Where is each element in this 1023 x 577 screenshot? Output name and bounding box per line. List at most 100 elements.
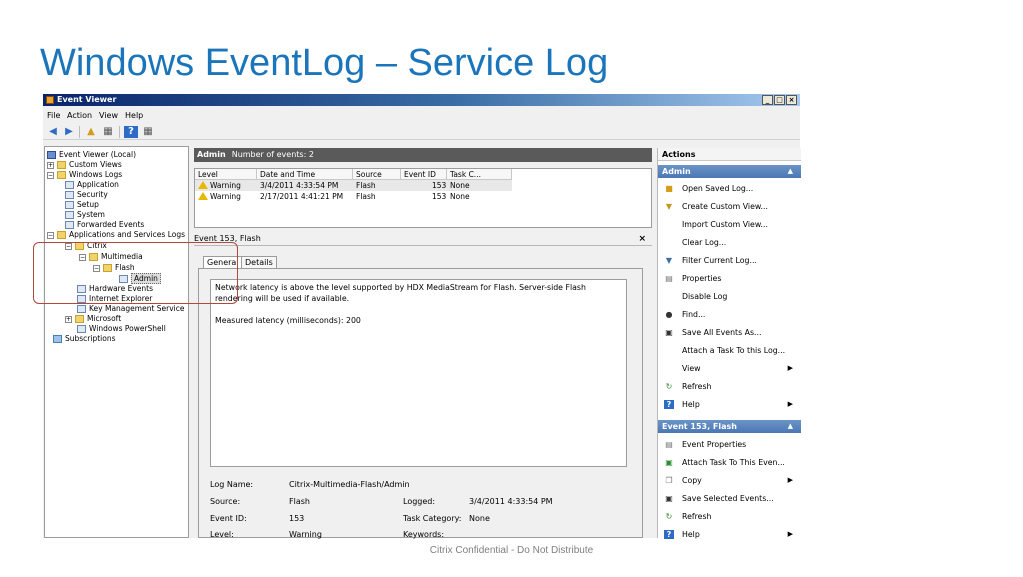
log-name-label: Log Name: (210, 480, 254, 489)
event-description[interactable]: Network latency is above the level suppo… (210, 279, 627, 467)
refresh-icon: ↻ (665, 382, 673, 391)
show-hide-tree-icon[interactable]: ▦ (101, 126, 115, 138)
filter-icon: ▼ (665, 202, 673, 211)
log-icon (65, 191, 74, 199)
back-arrow-icon[interactable]: ◀ (46, 126, 60, 138)
collapse-caret-icon[interactable]: ▲ (788, 420, 793, 433)
column-header-date-and-time[interactable]: Date and Time (257, 169, 353, 180)
collapse-icon[interactable]: − (47, 231, 54, 239)
table-cell-source: Flash (356, 192, 376, 201)
action-open-saved-log[interactable]: ■ Open Saved Log... (658, 180, 801, 197)
minimize-button[interactable]: _ (762, 95, 773, 105)
source-value: Flash (289, 497, 310, 506)
table-cell-source: Flash (356, 181, 376, 190)
submenu-arrow-icon: ▶ (787, 400, 793, 408)
properties-icon: ▤ (665, 440, 673, 449)
action-find[interactable]: ● Find... (658, 306, 801, 323)
open-log-icon: ■ (665, 184, 673, 193)
level-value: Warning (289, 530, 322, 539)
log-name: Admin (197, 150, 226, 159)
general-panel: Network latency is above the level suppo… (198, 268, 643, 539)
warning-icon (198, 181, 208, 189)
menu-help[interactable]: Help (125, 111, 143, 120)
action-refresh[interactable]: ↻ Refresh (658, 378, 801, 395)
properties-icon: ▤ (665, 274, 673, 283)
folder-icon (57, 161, 66, 169)
action-attach-task-to-log[interactable]: Attach a Task To this Log... (658, 342, 801, 359)
show-hide-action-pane-icon[interactable]: ▦ (141, 126, 155, 138)
logged-value: 3/4/2011 4:33:54 PM (469, 497, 553, 506)
viewer-icon (47, 151, 56, 159)
action-help-event[interactable]: ? Help ▶ (658, 526, 801, 543)
action-event-properties[interactable]: ▤ Event Properties (658, 436, 801, 453)
collapse-caret-icon[interactable]: ▲ (788, 165, 793, 178)
table-row[interactable]: Warning (195, 191, 241, 202)
table-cell-event-id: 153 (432, 181, 447, 190)
menu-action[interactable]: Action (67, 111, 92, 120)
table-row[interactable]: Warning (195, 180, 241, 191)
expand-icon[interactable]: + (47, 161, 54, 169)
expand-icon[interactable]: + (65, 315, 72, 323)
source-label: Source: (210, 497, 241, 506)
task-category-label: Task Category: (403, 514, 462, 523)
help-icon: ? (664, 530, 674, 539)
action-refresh-event[interactable]: ↻ Refresh (658, 508, 801, 525)
actions-pane: Actions Admin ▲ ■ Open Saved Log... ▼ Creat… (657, 148, 801, 539)
tree-item-applications-and-services-logs[interactable]: − Applications and Services Logs (47, 229, 185, 240)
column-header-source[interactable]: Source (353, 169, 401, 180)
column-header-event-id[interactable]: Event ID (401, 169, 447, 180)
folder-icon (57, 171, 66, 179)
maximize-button[interactable]: □ (774, 95, 785, 105)
log-icon (77, 305, 86, 313)
table-cell-event-id: 153 (432, 192, 447, 201)
task-icon: ▣ (665, 458, 673, 467)
help-icon[interactable]: ? (124, 126, 138, 138)
toolbar-separator (79, 126, 80, 138)
submenu-arrow-icon: ▶ (787, 364, 793, 372)
action-disable-log[interactable]: Disable Log (658, 288, 801, 305)
action-copy[interactable]: ❐ Copy ▶ (658, 472, 801, 489)
action-attach-task-to-event[interactable]: ▣ Attach Task To This Even... (658, 454, 801, 471)
action-properties[interactable]: ▤ Properties (658, 270, 801, 287)
table-cell-datetime: 2/17/2011 4:41:21 PM (260, 192, 344, 201)
keywords-label: Keywords: (403, 530, 445, 539)
collapse-icon[interactable]: − (47, 171, 54, 179)
copy-icon: ❐ (665, 476, 673, 485)
title-bar: Event Viewer _ □ × (43, 94, 800, 106)
action-save-all-events-as[interactable]: ▣ Save All Events As... (658, 324, 801, 341)
column-header-task-category[interactable]: Task C... (447, 169, 512, 180)
folder-icon (57, 231, 66, 239)
column-header-level[interactable]: Level (195, 169, 257, 180)
logged-label: Logged: (403, 497, 436, 506)
action-create-custom-view[interactable]: ▼ Create Custom View... (658, 198, 801, 215)
tree-item-subscriptions[interactable]: Subscriptions (53, 333, 116, 344)
binoculars-icon: ● (665, 310, 673, 319)
action-view[interactable]: View ▶ (658, 360, 801, 377)
action-import-custom-view[interactable]: Import Custom View... (658, 216, 801, 233)
menu-file[interactable]: File (47, 111, 60, 120)
table-cell-task: None (450, 192, 470, 201)
log-icon (65, 221, 74, 229)
close-icon[interactable]: × (638, 234, 646, 244)
action-clear-log[interactable]: Clear Log... (658, 234, 801, 251)
toolbar: ◀ ▶ ▲ ▦ ? ▦ (43, 124, 800, 140)
footer-confidential: Citrix Confidential - Do Not Distribute (429, 545, 594, 556)
close-button[interactable]: × (786, 95, 797, 105)
events-table: Level Date and Time Source Event ID Task… (194, 168, 652, 228)
action-save-selected-events[interactable]: ▣ Save Selected Events... (658, 490, 801, 507)
folder-up-icon[interactable]: ▲ (84, 126, 98, 138)
actions-section-admin[interactable]: Admin ▲ (658, 165, 801, 178)
action-filter-current-log[interactable]: ▼ Filter Current Log... (658, 252, 801, 269)
folder-icon (75, 315, 84, 323)
action-help[interactable]: ? Help ▶ (658, 396, 801, 413)
save-icon: ▣ (665, 328, 673, 337)
menu-view[interactable]: View (99, 111, 118, 120)
warning-icon (198, 192, 208, 200)
forward-arrow-icon[interactable]: ▶ (62, 126, 76, 138)
level-label: Level: (210, 530, 234, 539)
actions-title: Actions (658, 148, 801, 161)
log-icon (65, 201, 74, 209)
event-viewer-icon (46, 96, 54, 104)
actions-section-event[interactable]: Event 153, Flash ▲ (658, 420, 801, 433)
navigation-tree: Event Viewer (Local) + Custom Views − Wind… (44, 146, 189, 538)
